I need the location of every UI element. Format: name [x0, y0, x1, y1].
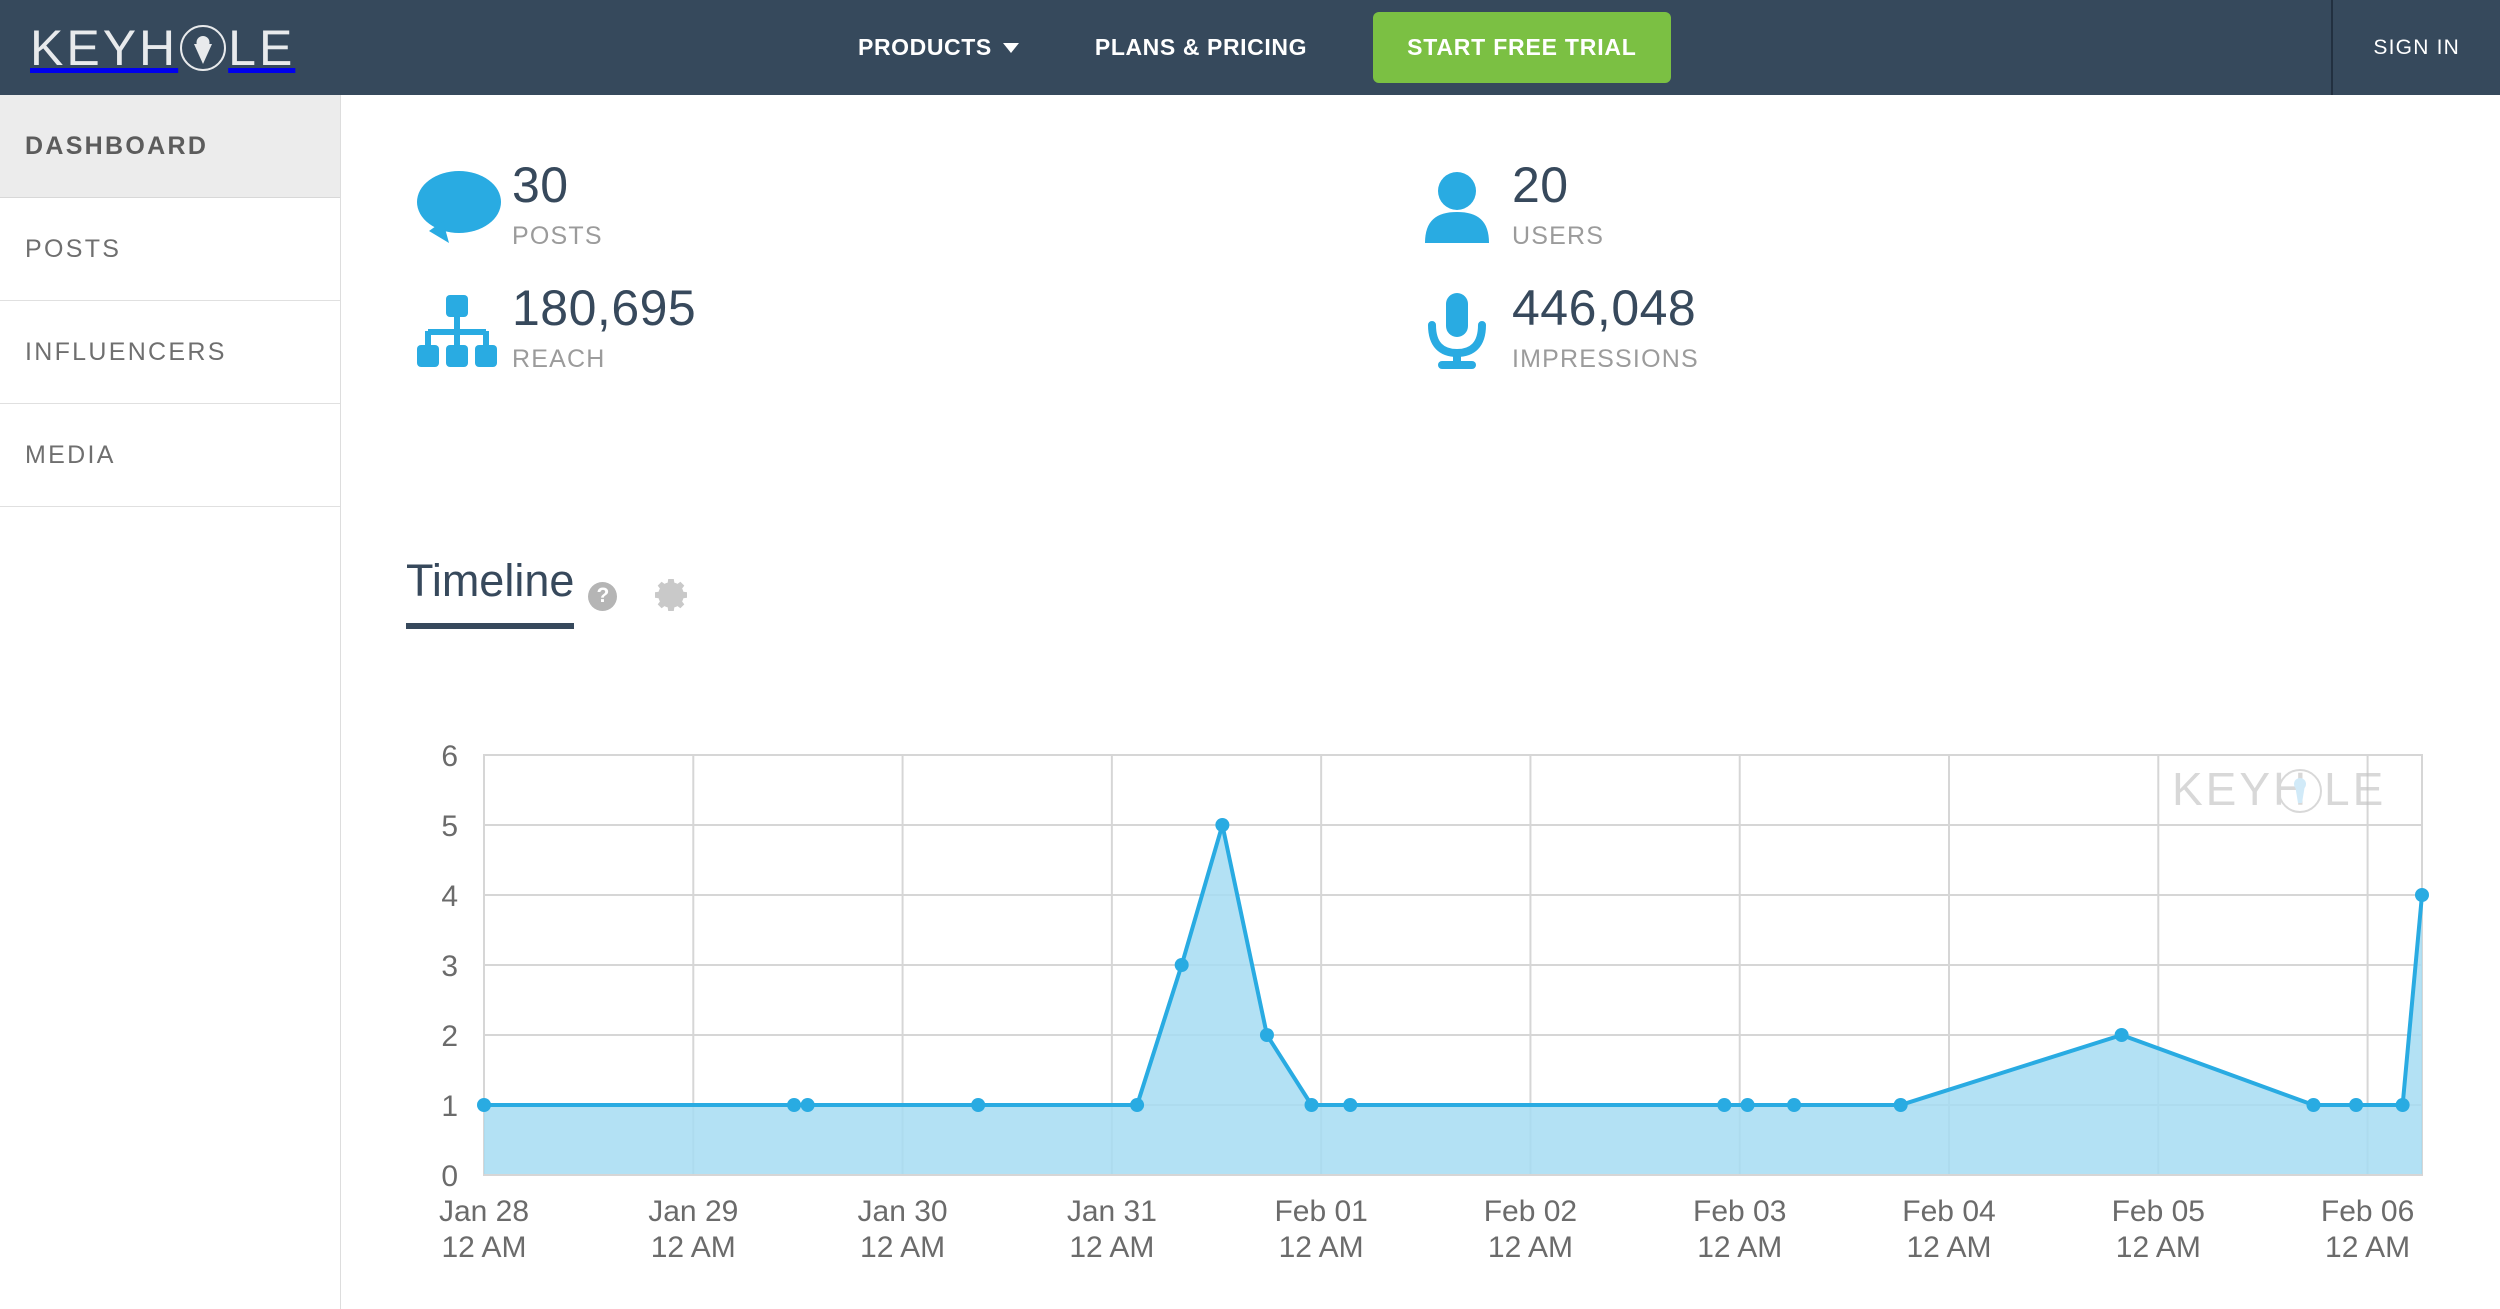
sidebar-item-dashboard[interactable]: DASHBOARD: [0, 95, 340, 198]
microphone-icon: [1402, 278, 1512, 383]
stat-impressions-label: IMPRESSIONS: [1512, 344, 1699, 373]
nav-link-plans-pricing-label: PLANS & PRICING: [1094, 34, 1308, 60]
gear-icon[interactable]: [651, 575, 691, 615]
svg-text:Feb 05: Feb 05: [2112, 1195, 2205, 1228]
stat-impressions: 446,048 IMPRESSIONS: [1402, 278, 2402, 383]
stat-users-text: 20 USERS: [1512, 155, 1604, 251]
tab-timeline-label: Timeline: [406, 555, 575, 606]
svg-text:12 AM: 12 AM: [2325, 1231, 2410, 1264]
brand-text: KEYH LE: [30, 19, 295, 77]
sidebar-item-influencers[interactable]: INFLUENCERS: [0, 301, 340, 404]
stat-posts-label: POSTS: [512, 221, 603, 250]
stat-users-value: 20: [1512, 157, 1569, 213]
keyhole-logo-icon: [180, 24, 227, 71]
svg-text:12 AM: 12 AM: [2116, 1231, 2201, 1264]
brand-logo[interactable]: KEYH LE: [30, 0, 295, 95]
tab-timeline[interactable]: Timeline: [406, 555, 575, 629]
svg-text:6: 6: [441, 740, 458, 773]
stat-posts-text: 30 POSTS: [512, 155, 603, 251]
svg-text:0: 0: [441, 1160, 458, 1193]
sidebar-item-media-label: MEDIA: [25, 440, 116, 469]
svg-text:Feb 06: Feb 06: [2321, 1195, 2414, 1228]
svg-text:12 AM: 12 AM: [1279, 1231, 1364, 1264]
chart-tabbar: Timeline ?: [406, 555, 691, 629]
svg-text:5: 5: [441, 810, 458, 843]
svg-text:KEYH: KEYH: [2172, 763, 2309, 815]
svg-text:3: 3: [441, 950, 458, 983]
stat-reach-label: REACH: [512, 344, 606, 373]
stat-users-label: USERS: [1512, 221, 1605, 250]
svg-text:Feb 03: Feb 03: [1693, 1195, 1786, 1228]
svg-text:LE: LE: [2324, 763, 2386, 815]
stat-reach-text: 180,695 REACH: [512, 278, 696, 374]
timeline-chart: 0 1 2 3 4 5 6 Jan 28 12 AM Jan 29 12 AM Jan 30 12 AM…: [342, 735, 2500, 1305]
sign-in-link[interactable]: SIGN IN: [2373, 36, 2460, 60]
svg-text:Feb 04: Feb 04: [1902, 1195, 1995, 1228]
top-navbar: KEYH LE PRODUCTS PLANS & PRICING START FR…: [0, 0, 2500, 95]
svg-text:Feb 01: Feb 01: [1274, 1195, 1367, 1228]
svg-text:12 AM: 12 AM: [1488, 1231, 1573, 1264]
svg-text:2: 2: [441, 1020, 458, 1053]
svg-text:Jan 28: Jan 28: [439, 1195, 529, 1228]
stat-posts: 30 POSTS: [402, 155, 1402, 260]
stats-summary: 30 POSTS 180,695 REACH 20 USERS 446,048 …: [402, 155, 2402, 401]
stat-impressions-text: 446,048 IMPRESSIONS: [1512, 278, 1699, 374]
sitemap-icon: [402, 278, 512, 383]
svg-text:Jan 29: Jan 29: [648, 1195, 738, 1228]
svg-text:4: 4: [441, 880, 458, 913]
nav-link-products[interactable]: PRODUCTS: [820, 0, 1057, 95]
stat-reach: 180,695 REACH: [402, 278, 1402, 383]
sidebar-item-posts-label: POSTS: [25, 234, 122, 263]
nav-link-plans-pricing[interactable]: PLANS & PRICING: [1057, 0, 1345, 95]
user-icon: [1402, 155, 1512, 260]
nav-links: PRODUCTS PLANS & PRICING START FREE TRIA…: [820, 0, 1671, 95]
svg-text:12 AM: 12 AM: [441, 1231, 526, 1264]
brand-text-after: LE: [228, 19, 296, 76]
svg-text:Feb 02: Feb 02: [1484, 1195, 1577, 1228]
chevron-down-icon: [1002, 42, 1019, 53]
brand-text-before: KEYH: [30, 19, 179, 76]
nav-right-group: SIGN IN: [2331, 0, 2500, 95]
svg-text:12 AM: 12 AM: [1906, 1231, 1991, 1264]
sidebar: DASHBOARD POSTS INFLUENCERS MEDIA: [0, 95, 341, 1309]
stat-users: 20 USERS: [1402, 155, 2402, 260]
svg-text:12 AM: 12 AM: [651, 1231, 736, 1264]
sidebar-item-dashboard-label: DASHBOARD: [25, 131, 209, 160]
sidebar-item-influencers-label: INFLUENCERS: [25, 337, 227, 366]
stats-column-left: 30 POSTS 180,695 REACH: [402, 155, 1402, 401]
sidebar-item-media[interactable]: MEDIA: [0, 404, 340, 507]
nav-link-products-label: PRODUCTS: [858, 34, 992, 60]
svg-text:12 AM: 12 AM: [1697, 1231, 1782, 1264]
sidebar-item-posts[interactable]: POSTS: [0, 198, 340, 301]
start-free-trial-button[interactable]: START FREE TRIAL: [1373, 12, 1671, 83]
stats-column-right: 20 USERS 446,048 IMPRESSIONS: [1402, 155, 2402, 401]
svg-text:1: 1: [441, 1090, 458, 1123]
svg-text:12 AM: 12 AM: [860, 1231, 945, 1264]
svg-text:12 AM: 12 AM: [1069, 1231, 1154, 1264]
stat-impressions-value: 446,048: [1512, 280, 1697, 336]
speech-bubble-icon: [402, 155, 512, 260]
main-content: 30 POSTS 180,695 REACH 20 USERS 446,048 …: [342, 95, 2500, 1309]
stat-posts-value: 30: [512, 157, 569, 213]
svg-text:Jan 31: Jan 31: [1067, 1195, 1157, 1228]
help-icon[interactable]: ?: [588, 581, 618, 611]
timeline-chart-svg[interactable]: 0123456Jan 2812 AMJan 2912 AMJan 3012 AM…: [342, 735, 2500, 1305]
svg-text:Jan 30: Jan 30: [858, 1195, 948, 1228]
stat-reach-value: 180,695: [512, 280, 697, 336]
